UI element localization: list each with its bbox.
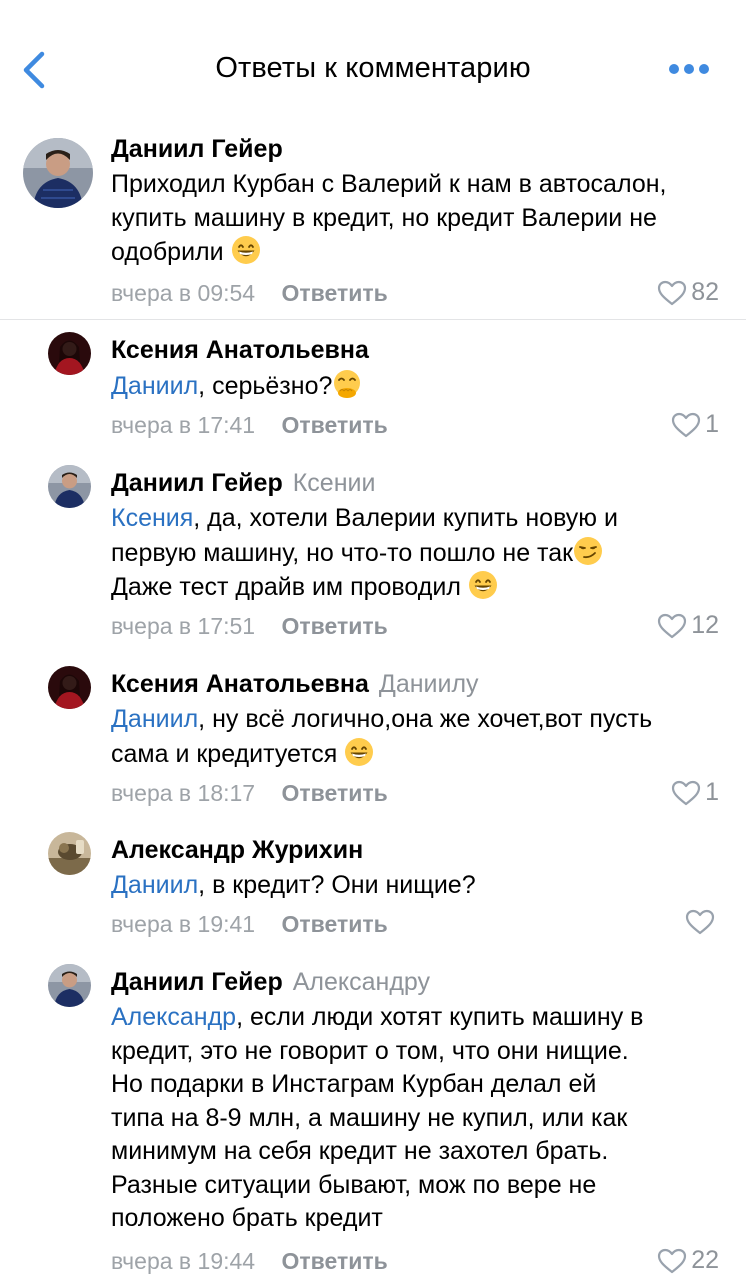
- comment-time: вчера в 09:54: [111, 280, 256, 306]
- comment-author[interactable]: Александр Журихин: [111, 836, 363, 865]
- reply-button[interactable]: Ответить: [282, 780, 388, 806]
- heart-icon: [671, 780, 701, 806]
- grin-emoji: [468, 570, 498, 600]
- like-count: 12: [691, 611, 719, 639]
- reply-to-label[interactable]: Ксении: [293, 469, 376, 497]
- like-count: 1: [705, 410, 719, 438]
- comment-meta: вчера в 17:51 Ответить: [111, 613, 388, 640]
- avatar[interactable]: [48, 832, 91, 875]
- reply-to-label[interactable]: Даниилу: [379, 670, 479, 698]
- heart-icon: [657, 1248, 687, 1274]
- like-button[interactable]: 12: [657, 611, 719, 640]
- heart-icon: [671, 412, 701, 438]
- comment-time: вчера в 17:41: [111, 412, 256, 438]
- mention-link[interactable]: Александр: [111, 1003, 236, 1031]
- reply-to-label[interactable]: Александру: [293, 968, 430, 996]
- divider: [0, 319, 746, 320]
- reply-button[interactable]: Ответить: [282, 1248, 388, 1274]
- comment-time: вчера в 19:41: [111, 911, 256, 937]
- comment-text: Александр, если люди хотят купить машину…: [111, 1003, 644, 1232]
- like-button[interactable]: [685, 909, 719, 935]
- avatar[interactable]: [23, 138, 93, 208]
- comment-text: Ксения, да, хотели Валерии купить новую …: [111, 504, 618, 601]
- mention-link[interactable]: Даниил: [111, 705, 198, 733]
- avatar[interactable]: [48, 465, 91, 508]
- comment-author[interactable]: Даниил Гейер: [111, 135, 283, 164]
- grin-emoji: [231, 235, 261, 265]
- mention-link[interactable]: Ксения: [111, 504, 193, 532]
- like-count: 1: [705, 778, 719, 806]
- comment-text: Даниил, серьёзно?: [111, 369, 733, 404]
- comment-text: Даниил, ну всё логично,она же хочет,вот …: [111, 705, 653, 768]
- heart-icon: [657, 613, 687, 639]
- reply-button[interactable]: Ответить: [282, 280, 388, 306]
- comment-author[interactable]: Даниил Гейер Александру: [111, 968, 430, 997]
- like-button[interactable]: 22: [657, 1246, 719, 1275]
- comment-meta: вчера в 19:44 Ответить: [111, 1248, 388, 1275]
- avatar[interactable]: [48, 964, 91, 1007]
- like-button[interactable]: 1: [671, 778, 719, 807]
- comment-meta: вчера в 09:54 Ответить: [111, 280, 388, 307]
- heart-icon: [657, 280, 687, 306]
- smirk-emoji: [573, 536, 603, 566]
- comment-author[interactable]: Даниил Гейер Ксении: [111, 469, 375, 498]
- like-button[interactable]: 1: [671, 410, 719, 439]
- more-dots-icon: [669, 64, 709, 74]
- reply-button[interactable]: Ответить: [282, 412, 388, 438]
- comment-time: вчера в 18:17: [111, 780, 256, 806]
- page-title: Ответы к комментарию: [215, 52, 531, 84]
- reply-button[interactable]: Ответить: [282, 613, 388, 639]
- comment-text: Приходил Курбан с Валерий к нам в автоса…: [111, 170, 667, 266]
- comment-text: Даниил, в кредит? Они нищие?: [111, 871, 476, 899]
- comment-time: вчера в 17:51: [111, 613, 256, 639]
- heart-icon: [685, 909, 715, 935]
- mention-link[interactable]: Даниил: [111, 871, 198, 899]
- comment-meta: вчера в 18:17 Ответить: [111, 780, 388, 807]
- like-button[interactable]: 82: [657, 278, 719, 307]
- avatar[interactable]: [48, 666, 91, 709]
- like-count: 82: [691, 278, 719, 306]
- comment-meta: вчера в 17:41 Ответить: [111, 412, 388, 439]
- mention-link[interactable]: Даниил: [111, 372, 198, 400]
- hand-over-mouth-emoji: [332, 369, 362, 399]
- comment-time: вчера в 19:44: [111, 1248, 256, 1274]
- avatar[interactable]: [48, 332, 91, 375]
- comment-author[interactable]: Ксения Анатольевна: [111, 336, 369, 365]
- reply-button[interactable]: Ответить: [282, 911, 388, 937]
- more-button[interactable]: [664, 58, 714, 80]
- like-count: 22: [691, 1246, 719, 1274]
- header-bar: Ответы к комментарию: [0, 0, 746, 120]
- comment-meta: вчера в 19:41 Ответить: [111, 911, 388, 938]
- grin-emoji: [344, 737, 374, 767]
- comment-author[interactable]: Ксения Анатольевна Даниилу: [111, 670, 479, 699]
